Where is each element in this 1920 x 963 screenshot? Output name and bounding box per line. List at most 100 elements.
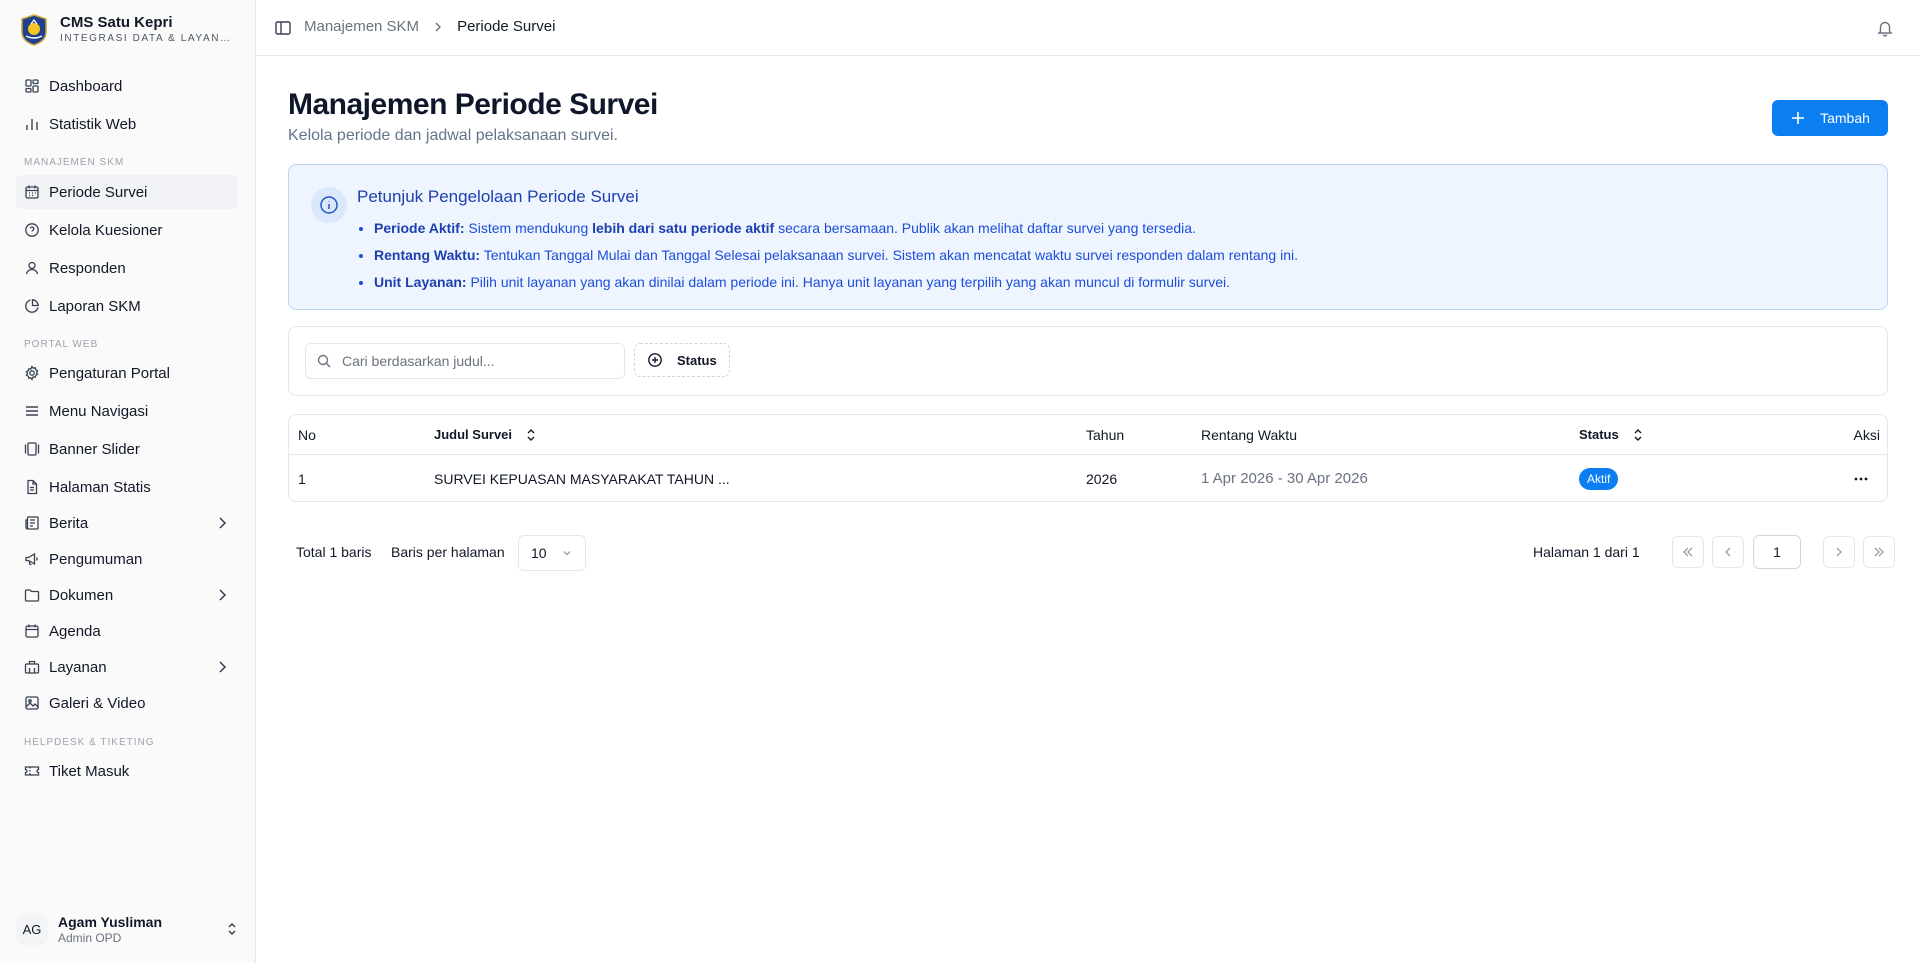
sidebar-item-berita[interactable]: Berita: [16, 506, 238, 540]
row-actions-button[interactable]: [1853, 455, 1869, 502]
sort-icon: [527, 429, 535, 441]
column-header-aksi: Aksi: [1853, 427, 1880, 443]
sidebar-item-label: Agenda: [49, 622, 101, 640]
users-icon: [24, 260, 40, 276]
logo-emblem-icon: [21, 14, 47, 46]
user-role: Admin OPD: [58, 930, 122, 945]
next-page-button[interactable]: [1823, 536, 1855, 568]
bar-chart-icon: [24, 116, 40, 132]
add-period-button[interactable]: Tambah: [1772, 100, 1888, 136]
user-menu[interactable]: AG Agam Yusliman Admin OPD: [16, 907, 240, 951]
sidebar-item-tiket-masuk[interactable]: Tiket Masuk: [16, 754, 238, 788]
sidebar-item-pengaturan-portal[interactable]: Pengaturan Portal: [16, 356, 238, 390]
current-page-input[interactable]: 1: [1753, 535, 1801, 569]
search-input[interactable]: [342, 353, 612, 369]
sidebar-item-halaman-statis[interactable]: Halaman Statis: [16, 470, 238, 504]
sidebar-item-statistik-web[interactable]: Statistik Web: [16, 107, 238, 141]
plus-icon: [1792, 112, 1805, 124]
sidebar-item-label: Pengaturan Portal: [49, 364, 170, 382]
chevron-right-icon: [219, 589, 227, 601]
status-badge: Aktif: [1579, 467, 1619, 490]
more-horizontal-icon: [1854, 477, 1868, 480]
bell-icon[interactable]: [1876, 19, 1894, 37]
cell-tahun: 2026: [1086, 470, 1118, 487]
column-header-judul[interactable]: Judul Survei: [434, 415, 538, 455]
chevrons-left-icon: [1683, 547, 1693, 557]
folder-icon: [24, 587, 40, 603]
sidebar-item-label: Banner Slider: [49, 440, 140, 458]
page-title: Manajemen Periode Survei: [288, 88, 658, 121]
building-icon: [24, 659, 40, 675]
sidebar-item-label: Dokumen: [49, 586, 114, 604]
sidebar-item-label: Halaman Statis: [49, 478, 151, 496]
chevron-right-icon: [435, 22, 442, 31]
sidebar-item-responden[interactable]: Responden: [16, 251, 238, 285]
total-rows: Total 1 baris: [296, 544, 372, 560]
top-bar: Manajemen SKM Periode Survei: [256, 0, 1920, 56]
sidebar-item-layanan[interactable]: Layanan: [16, 650, 238, 684]
file-icon: [24, 479, 40, 495]
sidebar-item-label: Laporan SKM: [49, 297, 141, 315]
info-item-periode-aktif: Periode Aktif: Sistem mendukung lebih da…: [374, 215, 1298, 242]
sidebar: CMS Satu Kepri INTEGRASI DATA & LAYANAN …: [0, 0, 256, 963]
last-page-button[interactable]: [1863, 536, 1895, 568]
sidebar-item-periode-survei[interactable]: Periode Survei: [16, 175, 238, 209]
first-page-button[interactable]: [1672, 536, 1704, 568]
status-filter-label: Status: [677, 352, 717, 368]
sidebar-item-dokumen[interactable]: Dokumen: [16, 578, 238, 612]
info-panel: Petunjuk Pengelolaan Periode Survei Peri…: [288, 164, 1888, 310]
sidebar-item-label: Menu Navigasi: [49, 402, 149, 420]
table-row[interactable]: 1 SURVEI KEPUASAN MASYARAKAT TAHUN ... 2…: [289, 455, 1887, 502]
info-title: Petunjuk Pengelolaan Periode Survei: [357, 187, 639, 206]
brand[interactable]: CMS Satu Kepri INTEGRASI DATA & LAYANAN: [20, 10, 250, 50]
column-header-status[interactable]: Status: [1579, 415, 1645, 455]
section-helpdesk: HELPDESK & TIKETING: [24, 737, 155, 748]
page-subtitle: Kelola periode dan jadwal pelaksanaan su…: [288, 127, 618, 144]
dashboard-icon: [24, 78, 40, 94]
prev-page-button[interactable]: [1712, 536, 1744, 568]
sidebar-toggle-icon[interactable]: [274, 19, 292, 37]
cell-no: 1: [298, 470, 306, 487]
breadcrumb-current: Periode Survei: [457, 18, 556, 35]
survey-period-table: No Judul Survei Tahun Rentang Waktu Stat…: [288, 414, 1888, 502]
sidebar-item-label: Layanan: [49, 658, 107, 676]
status-filter-button[interactable]: Status: [634, 343, 730, 377]
sidebar-item-laporan-skm[interactable]: Laporan SKM: [16, 289, 238, 323]
chevron-down-icon: [563, 551, 571, 556]
breadcrumb-item-manajemen-skm[interactable]: Manajemen SKM: [304, 18, 419, 35]
sidebar-item-kelola-kuesioner[interactable]: Kelola Kuesioner: [16, 213, 238, 247]
rows-per-page-value: 10: [531, 545, 547, 561]
plus-circle-icon: [648, 353, 662, 367]
search-icon: [317, 354, 331, 368]
cell-judul: SURVEI KEPUASAN MASYARAKAT TAHUN ...: [434, 470, 730, 487]
brand-subtitle: INTEGRASI DATA & LAYANAN: [60, 33, 236, 44]
sidebar-item-banner-slider[interactable]: Banner Slider: [16, 432, 238, 466]
sidebar-item-label: Galeri & Video: [49, 694, 146, 712]
sidebar-item-menu-navigasi[interactable]: Menu Navigasi: [16, 394, 238, 428]
brand-name: CMS Satu Kepri: [60, 14, 173, 31]
sidebar-item-label: Statistik Web: [49, 115, 137, 133]
column-header-tahun: Tahun: [1086, 427, 1125, 443]
calendar-icon: [24, 184, 40, 200]
sidebar-item-dashboard[interactable]: Dashboard: [16, 69, 238, 103]
info-list: Periode Aktif: Sistem mendukung lebih da…: [374, 215, 1298, 296]
sidebar-item-agenda[interactable]: Agenda: [16, 614, 238, 648]
sidebar-item-galeri-video[interactable]: Galeri & Video: [16, 686, 238, 720]
cell-status: Aktif: [1579, 455, 1619, 502]
megaphone-icon: [24, 551, 40, 567]
sidebar-item-label: Periode Survei: [49, 183, 148, 201]
cell-rentang: 1 Apr 2026 - 30 Apr 2026: [1201, 470, 1368, 487]
rows-per-page-select[interactable]: 10: [518, 535, 586, 571]
search-field[interactable]: [305, 343, 625, 379]
rows-per-page-label: Baris per halaman: [391, 544, 505, 560]
column-header-rentang: Rentang Waktu: [1201, 427, 1297, 443]
section-portal-web: PORTAL WEB: [24, 339, 99, 350]
table-footer: Total 1 baris Baris per halaman 10 Halam…: [288, 532, 1895, 572]
sidebar-item-pengumuman[interactable]: Pengumuman: [16, 542, 238, 576]
sidebar-item-label: Dashboard: [49, 77, 123, 95]
chevron-right-icon: [219, 517, 227, 529]
table-header: No Judul Survei Tahun Rentang Waktu Stat…: [289, 415, 1887, 455]
add-button-label: Tambah: [1820, 110, 1870, 126]
info-icon: [311, 187, 347, 223]
user-name: Agam Yusliman: [58, 913, 163, 930]
